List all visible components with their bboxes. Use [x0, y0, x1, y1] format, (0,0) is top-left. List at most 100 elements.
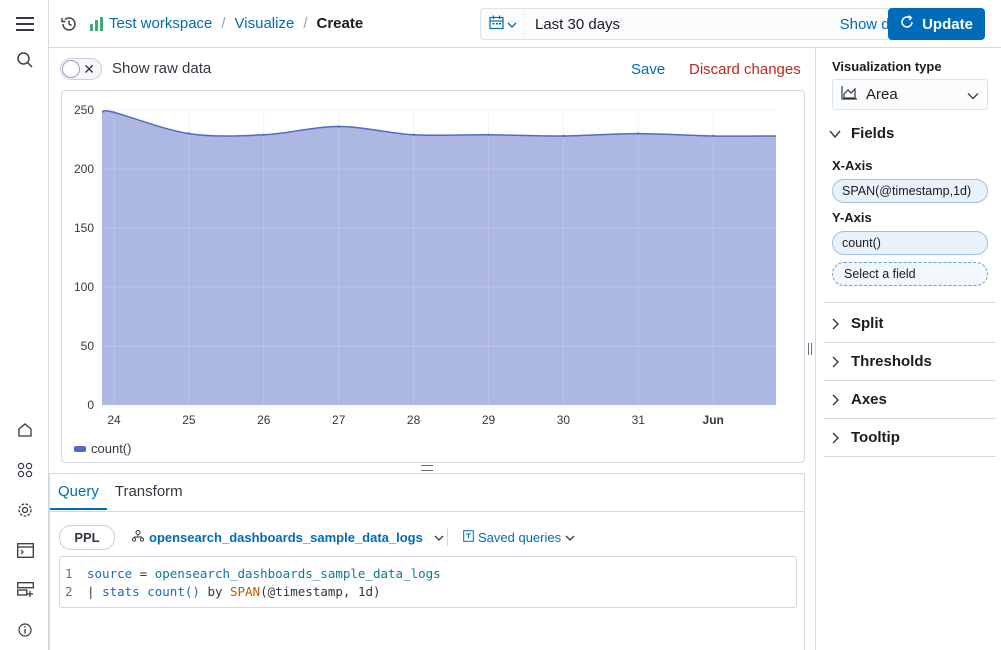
x-tick-label: 30 — [557, 413, 571, 427]
toolbar-divider — [447, 528, 448, 546]
update-button[interactable]: Update — [888, 8, 985, 40]
date-picker[interactable]: Last 30 days Show dates — [480, 8, 929, 40]
y-tick-label: 250 — [74, 103, 94, 117]
help-icon[interactable] — [14, 619, 36, 641]
x-tick-label: 28 — [407, 413, 421, 427]
chevron-down-icon — [507, 16, 517, 32]
chevron-down-icon — [565, 530, 575, 545]
area-chart[interactable]: 250 200 150 100 50 0 24 25 26 27 28 29 30 31 Jun — [62, 91, 804, 431]
y-tick-label: 0 — [87, 398, 94, 412]
axes-section-toggle[interactable]: Axes — [828, 391, 887, 408]
code-token: count() — [147, 584, 200, 599]
code-token: opensearch_dashboards_sample_data_logs — [154, 566, 441, 581]
data-point — [637, 132, 640, 135]
query-editor[interactable]: 1 source = opensearch_dashboards_sample_d… — [59, 556, 797, 608]
close-icon: ✕ — [83, 61, 95, 77]
y-tick-label: 100 — [74, 280, 94, 294]
legend-label: count() — [91, 441, 132, 456]
split-title: Split — [851, 315, 884, 332]
tooltip-section-toggle[interactable]: Tooltip — [828, 429, 900, 446]
chevron-right-icon — [828, 317, 842, 331]
viz-type-select[interactable]: Area — [832, 79, 988, 110]
divider — [824, 302, 996, 303]
tab-query[interactable]: Query — [50, 474, 107, 510]
line-number: 2 — [65, 584, 73, 599]
breadcrumb-workspace[interactable]: Test workspace — [109, 15, 212, 32]
chart-legend[interactable]: count() — [74, 441, 131, 456]
breadcrumb-visualize[interactable]: Visualize — [235, 15, 295, 32]
area-chart-icon — [841, 86, 857, 103]
data-source-icon[interactable] — [14, 579, 36, 601]
editor-line[interactable]: 1 source = opensearch_dashboards_sample_d… — [60, 565, 441, 583]
code-token: | — [87, 584, 103, 599]
date-range-text[interactable]: Last 30 days — [535, 16, 840, 33]
y-tick-label: 50 — [81, 339, 95, 353]
divider — [824, 418, 996, 419]
x-tick-label: 27 — [332, 413, 346, 427]
horizontal-resize-handle[interactable] — [421, 465, 433, 471]
code-token: source — [87, 566, 133, 581]
menu-icon[interactable] — [14, 13, 36, 35]
raw-data-toggle[interactable]: ✕ — [60, 58, 102, 80]
legend-swatch — [74, 445, 86, 452]
save-button[interactable]: Save — [631, 61, 665, 78]
editor-line[interactable]: 2 | stats count() by SPAN(@timestamp, 1d) — [60, 583, 381, 601]
y-axis-label: Y-Axis — [832, 210, 872, 225]
fields-section-toggle[interactable]: Fields — [828, 125, 894, 142]
top-header: Test workspace / Visualize / Create Last… — [49, 0, 1001, 48]
saved-queries-button[interactable]: Saved queries — [463, 530, 575, 545]
x-axis-field[interactable]: SPAN(@timestamp,1d) — [832, 179, 988, 203]
y-tick-label: 150 — [74, 221, 94, 235]
thresholds-section-toggle[interactable]: Thresholds — [828, 353, 932, 370]
refresh-icon — [900, 15, 914, 33]
viz-type-value: Area — [866, 86, 898, 103]
update-label: Update — [922, 15, 973, 33]
code-token: (@timestamp, 1d) — [260, 584, 381, 599]
y-axis-field[interactable]: count() — [832, 231, 988, 255]
chart-panel: 250 200 150 100 50 0 24 25 26 27 28 29 30 31 Jun count… — [61, 90, 805, 463]
x-axis-label: X-Axis — [832, 158, 873, 173]
code-token: SPAN — [230, 584, 261, 599]
data-point — [262, 133, 265, 136]
query-panel: Query Transform PPL opensearch_dashboard… — [49, 473, 805, 650]
x-tick-label: 31 — [632, 413, 646, 427]
discard-changes-button[interactable]: Discard changes — [689, 61, 801, 78]
query-body: PPL opensearch_dashboards_sample_data_lo… — [50, 511, 804, 650]
split-section-toggle[interactable]: Split — [828, 315, 884, 332]
thresholds-title: Thresholds — [851, 353, 932, 370]
data-point — [487, 133, 490, 136]
y-axis-add-field[interactable]: Select a field — [832, 262, 988, 286]
data-point — [562, 134, 565, 138]
area-series-line — [101, 110, 777, 137]
tab-transform[interactable]: Transform — [107, 474, 191, 510]
chevron-right-icon — [828, 355, 842, 369]
home-icon[interactable] — [14, 419, 36, 441]
area-series-fill — [102, 110, 776, 405]
chevron-down-icon — [828, 127, 842, 141]
x-tick-label: 26 — [257, 413, 271, 427]
toggle-knob — [62, 60, 80, 78]
data-point — [337, 125, 340, 128]
quick-menu-button[interactable] — [481, 9, 525, 39]
index-pattern-icon — [131, 530, 145, 545]
code-token: stats — [102, 584, 140, 599]
breadcrumb-separator: / — [221, 15, 226, 32]
line-number: 1 — [65, 566, 73, 581]
vertical-resize-handle[interactable] — [808, 343, 812, 355]
breadcrumb-current: Create — [316, 15, 364, 32]
data-point — [712, 134, 715, 138]
data-point — [112, 111, 116, 114]
console-icon[interactable] — [14, 539, 36, 561]
data-source-selector[interactable]: opensearch_dashboards_sample_data_logs — [131, 530, 444, 545]
query-language-button[interactable]: PPL — [59, 525, 115, 550]
raw-data-label: Show raw data — [112, 60, 212, 77]
code-token: by — [199, 584, 231, 599]
search-icon[interactable] — [14, 49, 36, 71]
history-icon[interactable] — [59, 14, 79, 34]
x-tick-label: 24 — [107, 413, 121, 427]
apps-icon[interactable] — [14, 459, 36, 481]
settings-icon[interactable] — [14, 499, 36, 521]
chevron-down-icon — [967, 87, 979, 103]
x-tick-label: 29 — [482, 413, 496, 427]
tooltip-title: Tooltip — [851, 429, 900, 446]
